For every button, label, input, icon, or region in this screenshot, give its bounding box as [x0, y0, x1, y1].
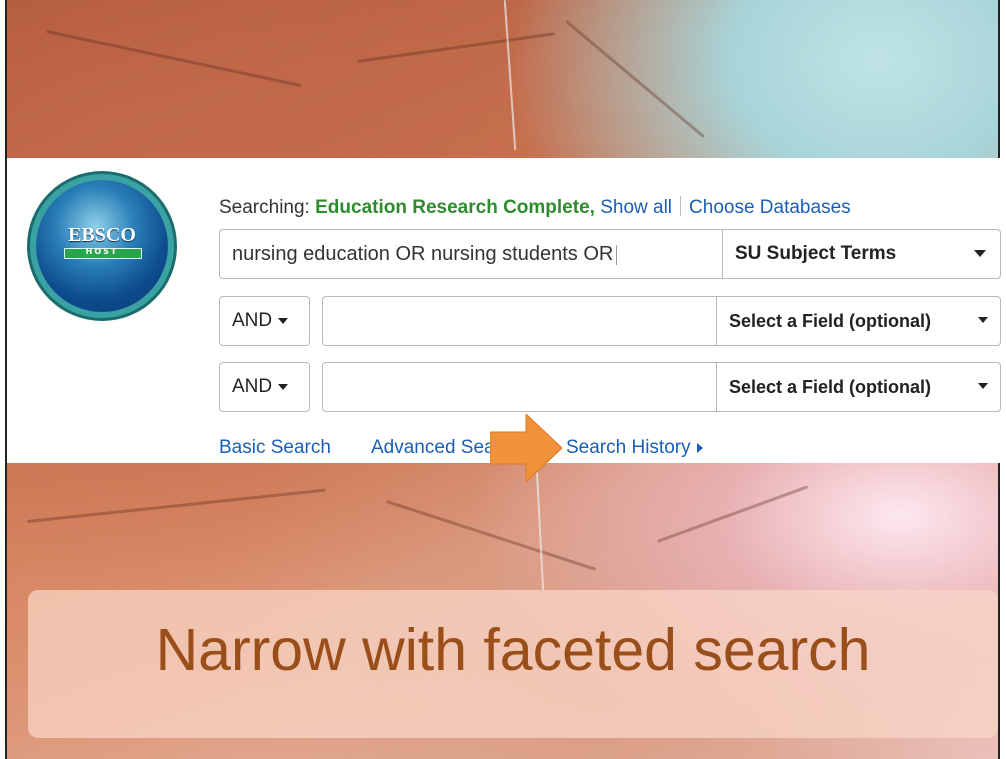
divider [680, 196, 682, 216]
logo-title: EBSCO [68, 224, 136, 246]
logo-subtitle: HOST [85, 247, 119, 256]
chevron-down-icon [278, 383, 289, 390]
search-history-label: Search History [566, 437, 691, 458]
database-name: Education Research Complete, [315, 197, 595, 218]
choose-databases-link[interactable]: Choose Databases [689, 197, 851, 218]
orange-arrow-icon [490, 414, 562, 482]
triangle-right-icon [696, 442, 703, 453]
field-select-2-value: Select a Field (optional) [729, 311, 932, 331]
caption-banner: Narrow with faceted search [28, 590, 998, 738]
search-input-1-value: nursing education OR nursing students OR [232, 243, 614, 265]
show-all-link[interactable]: Show all [600, 197, 672, 218]
search-input-1[interactable]: nursing education OR nursing students OR [219, 229, 731, 279]
field-select-2[interactable]: Select a Field (optional) [716, 296, 1001, 346]
caption-text: Narrow with faceted search [155, 617, 871, 683]
chevron-down-icon [974, 250, 986, 257]
text-cursor [616, 244, 618, 265]
chevron-down-icon [978, 317, 988, 323]
searching-line: Searching: Education Research Complete, … [219, 196, 851, 219]
field-select-1[interactable]: SU Subject Terms [722, 229, 1001, 279]
chevron-down-icon [278, 317, 289, 324]
search-history-link[interactable]: Search History [566, 437, 703, 459]
searching-label: Searching: [219, 197, 316, 218]
search-input-3[interactable] [322, 362, 722, 412]
boolean-operator-select-3[interactable]: AND [219, 362, 310, 412]
field-select-1-value: SU Subject Terms [735, 243, 897, 264]
advanced-search-link[interactable]: Advanced Search [371, 437, 501, 459]
boolean-operator-select-2[interactable]: AND [219, 296, 310, 346]
chevron-down-icon [978, 383, 988, 389]
ebsco-host-logo-icon[interactable]: EBSCO HOST [36, 180, 168, 312]
basic-search-link[interactable]: Basic Search [219, 437, 331, 459]
field-select-3-value: Select a Field (optional) [729, 377, 932, 397]
search-input-2[interactable] [322, 296, 722, 346]
boolean-operator-3-value: AND [232, 376, 273, 397]
boolean-operator-2-value: AND [232, 310, 273, 331]
field-select-3[interactable]: Select a Field (optional) [716, 362, 1001, 412]
